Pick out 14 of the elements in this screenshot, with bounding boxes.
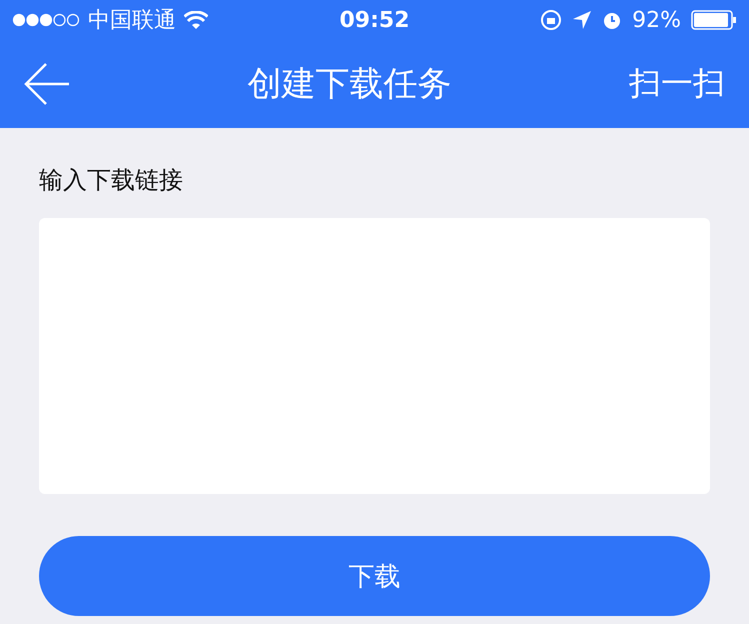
location-icon: [572, 10, 592, 30]
download-button[interactable]: 下载: [39, 536, 710, 616]
back-button[interactable]: [24, 61, 70, 107]
scan-button[interactable]: 扫一扫: [629, 62, 725, 106]
carrier-name: 中国联通: [88, 7, 176, 35]
wifi-icon: [184, 11, 208, 29]
signal-icon: [12, 13, 80, 27]
page-title: 创建下载任务: [246, 63, 452, 106]
alarm-icon: [602, 10, 622, 30]
rotation-lock-icon: [540, 9, 562, 31]
battery-percentage: 92%: [632, 8, 681, 32]
status-time: 09:52: [339, 8, 410, 32]
battery-icon: [691, 10, 737, 30]
field-label: 输入下载链接: [39, 165, 184, 196]
